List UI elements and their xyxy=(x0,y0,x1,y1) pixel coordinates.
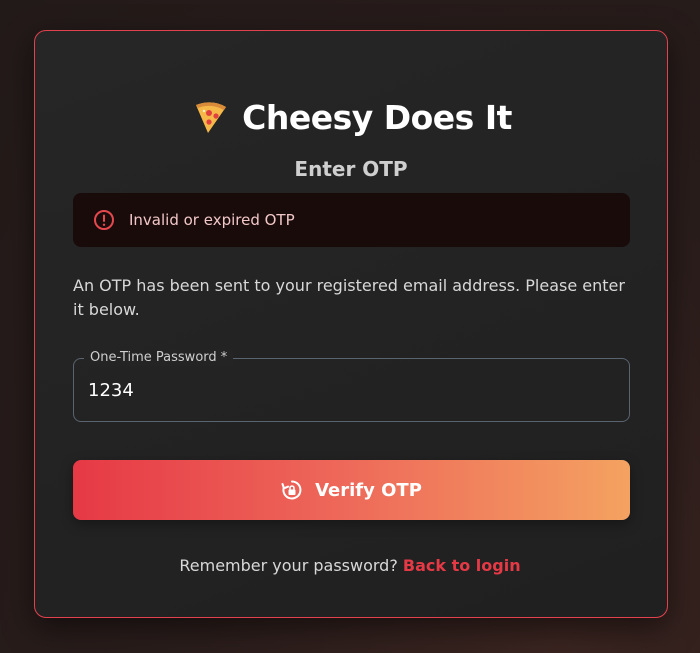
verify-otp-label: Verify OTP xyxy=(315,479,422,501)
error-circle-icon xyxy=(93,209,115,231)
verify-otp-button[interactable]: Verify OTP xyxy=(73,460,630,520)
error-alert: Invalid or expired OTP xyxy=(73,193,630,247)
footer: Remember your password? Back to login xyxy=(0,556,700,575)
footer-prompt: Remember your password? xyxy=(179,556,398,575)
alert-message: Invalid or expired OTP xyxy=(129,211,295,229)
brand-header: Cheesy Does It xyxy=(35,97,667,137)
page-subtitle: Enter OTP xyxy=(294,157,408,181)
pizza-icon xyxy=(190,97,230,137)
lock-reset-icon xyxy=(281,479,303,501)
otp-input[interactable] xyxy=(88,359,608,421)
brand-title: Cheesy Does It xyxy=(242,97,512,137)
otp-field[interactable]: One-Time Password * xyxy=(73,350,630,422)
otp-info-text: An OTP has been sent to your registered … xyxy=(73,276,625,319)
back-to-login-link[interactable]: Back to login xyxy=(403,556,521,575)
otp-card: Cheesy Does It Enter OTP xyxy=(34,30,668,618)
